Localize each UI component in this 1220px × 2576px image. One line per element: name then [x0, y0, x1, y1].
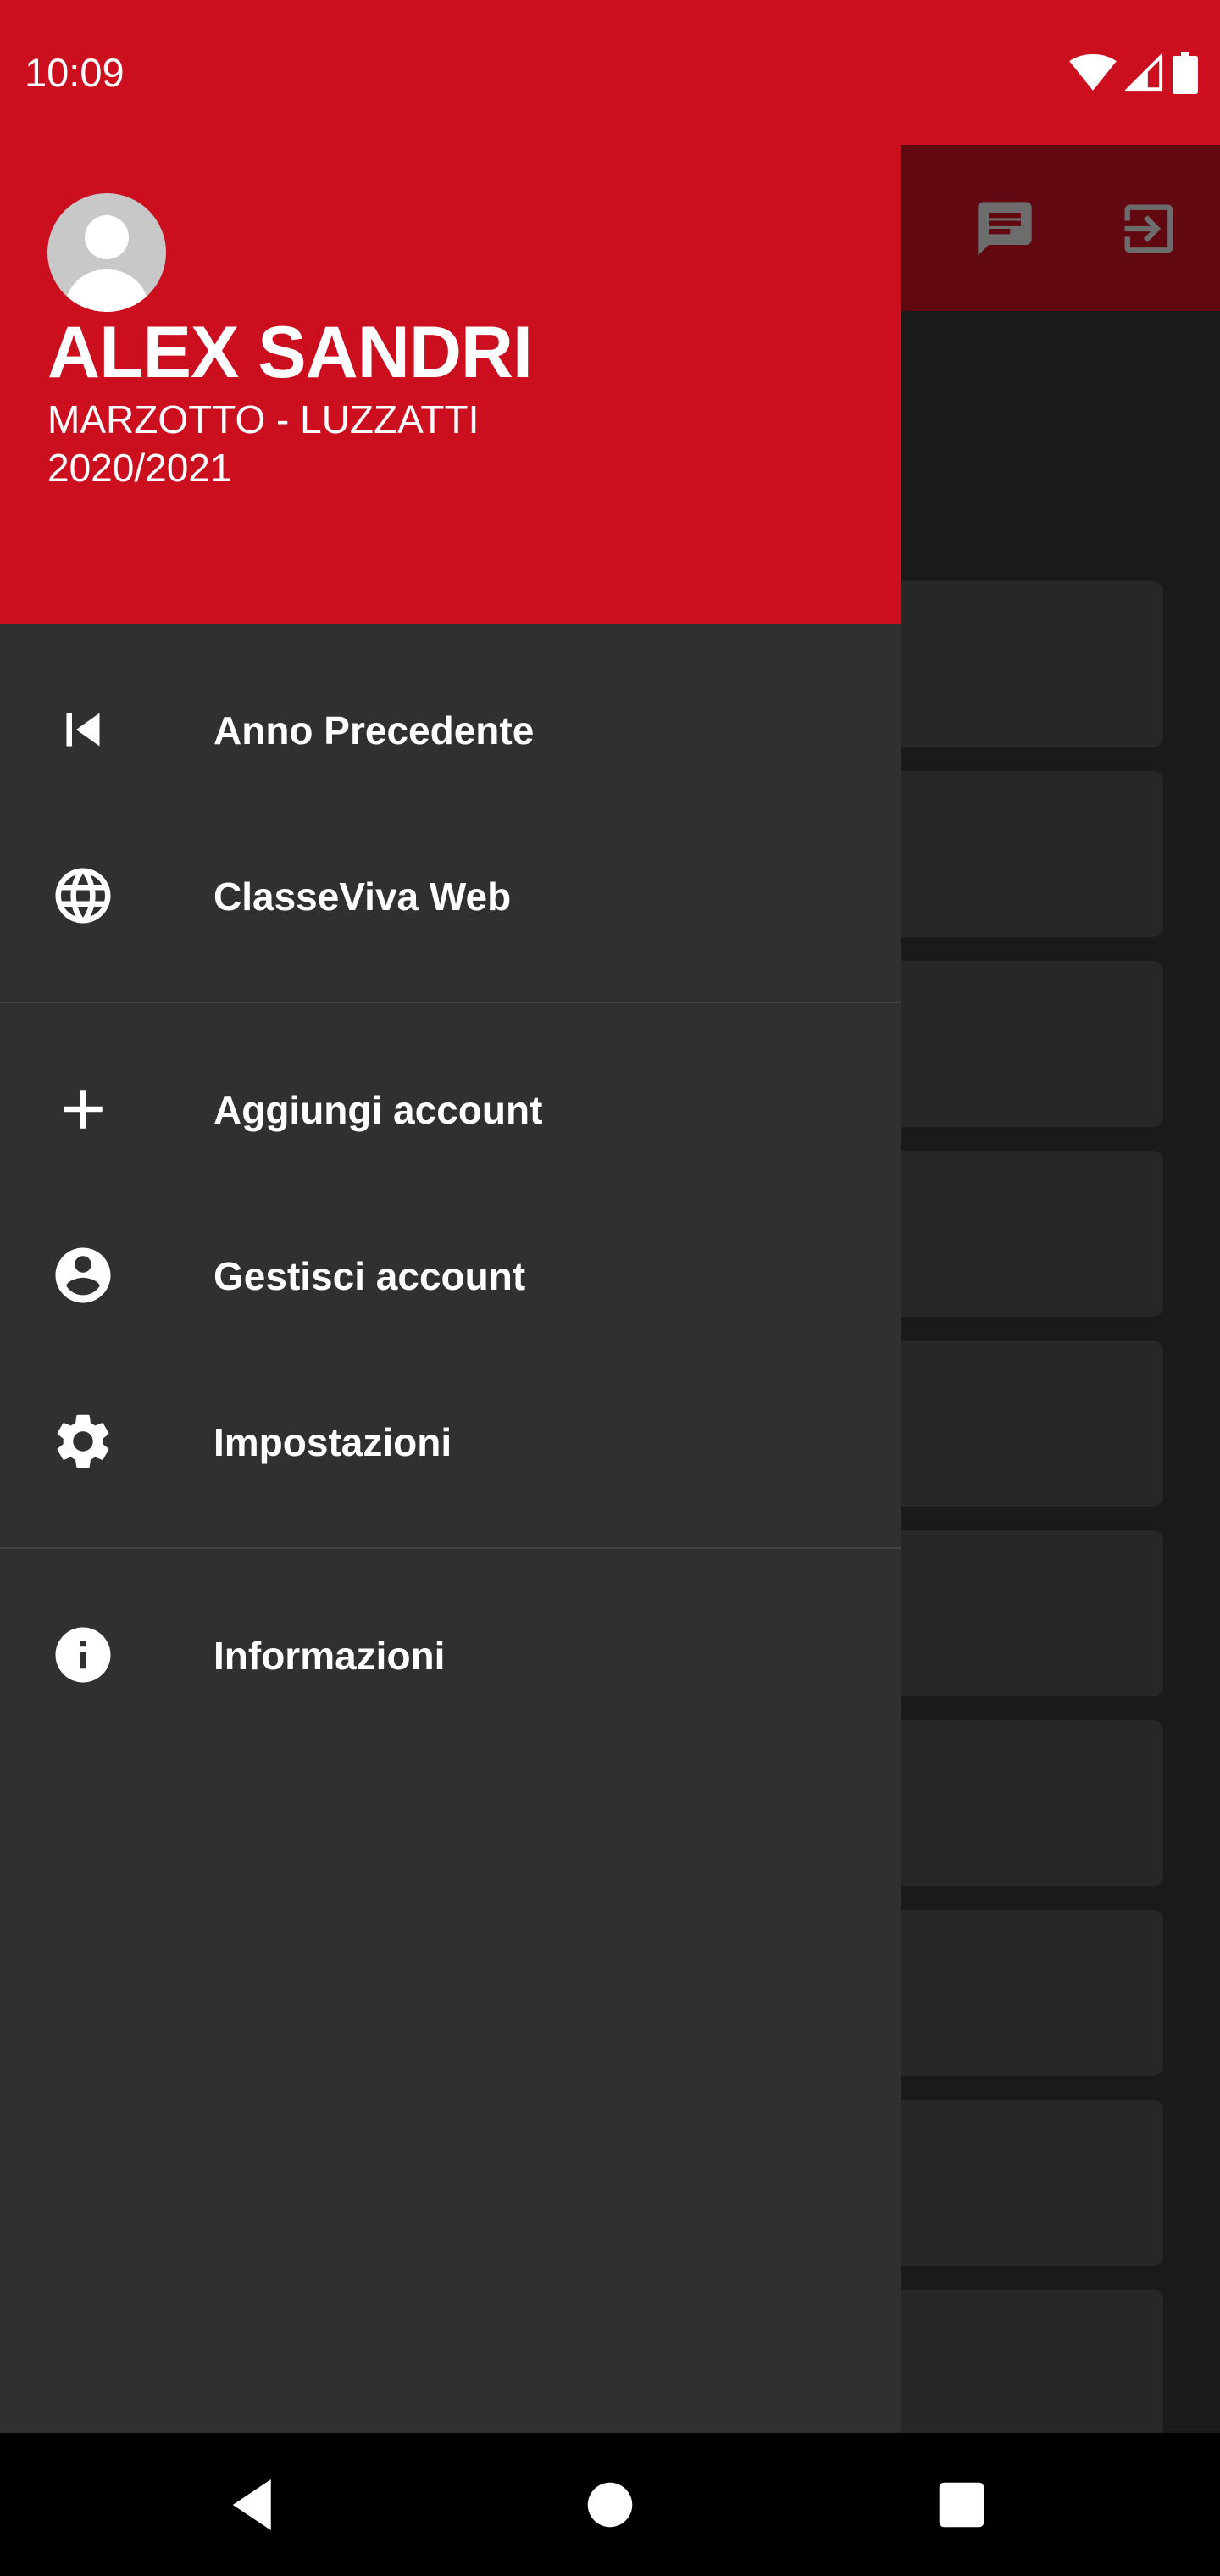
background-card	[873, 1530, 1163, 1696]
battery-icon	[1173, 52, 1198, 94]
menu-label: Aggiungi account	[214, 1088, 543, 1132]
user-name: ALEX SANDRI	[47, 312, 533, 393]
status-icons	[1069, 49, 1198, 97]
menu-label: Anno Precedente	[214, 708, 535, 752]
background-card	[873, 961, 1163, 1127]
navigation-bar	[0, 2433, 1220, 2576]
avatar[interactable]	[47, 193, 166, 312]
menu-item-gestisci-account[interactable]: Gestisci account	[0, 1192, 901, 1358]
logout-icon[interactable]	[1117, 197, 1181, 261]
wifi-icon	[1069, 54, 1117, 91]
status-bar: 10:09	[0, 0, 1220, 145]
background-card	[873, 2100, 1163, 2266]
menu-label: Informazioni	[214, 1634, 446, 1678]
menu-item-classeviva-web[interactable]: ClasseViva Web	[0, 813, 901, 979]
menu-item-aggiungi-account[interactable]: Aggiungi account	[0, 1026, 901, 1192]
background-card	[873, 2290, 1163, 2433]
menu-label: ClasseViva Web	[214, 874, 512, 919]
person-icon	[64, 215, 149, 312]
back-icon[interactable]	[217, 2467, 293, 2543]
account-circle-icon	[55, 1247, 111, 1303]
background-card	[873, 771, 1163, 937]
info-icon	[55, 1627, 111, 1683]
skip-previous-icon	[66, 713, 100, 747]
background-card	[873, 1151, 1163, 1317]
background-card	[873, 581, 1163, 747]
background-card	[873, 1341, 1163, 1507]
home-icon[interactable]	[572, 2467, 648, 2543]
menu-label: Gestisci account	[214, 1254, 526, 1298]
recents-icon[interactable]	[923, 2467, 1000, 2543]
status-time: 10:09	[25, 50, 125, 95]
cellular-signal-icon	[1125, 53, 1163, 92]
divider	[0, 1547, 901, 1549]
navigation-drawer: ALEX SANDRI MARZOTTO - LUZZATTI 2020/202…	[0, 145, 901, 2433]
menu-label: Impostazioni	[214, 1420, 452, 1464]
plus-icon	[64, 1090, 103, 1129]
globe-icon	[55, 868, 111, 924]
background-card	[873, 1910, 1163, 2076]
menu-item-informazioni[interactable]: Informazioni	[0, 1572, 901, 1738]
background-card	[873, 1720, 1163, 1886]
drawer-header: ALEX SANDRI MARZOTTO - LUZZATTI 2020/202…	[0, 145, 901, 624]
school-year: 2020/2021	[47, 446, 232, 490]
menu-item-impostazioni[interactable]: Impostazioni	[0, 1358, 901, 1524]
gear-icon	[57, 1414, 109, 1468]
message-icon[interactable]	[973, 197, 1037, 261]
divider	[0, 1002, 901, 1003]
menu-item-anno-precedente[interactable]: Anno Precedente	[0, 647, 901, 813]
school-name: MARZOTTO - LUZZATTI	[47, 397, 480, 441]
